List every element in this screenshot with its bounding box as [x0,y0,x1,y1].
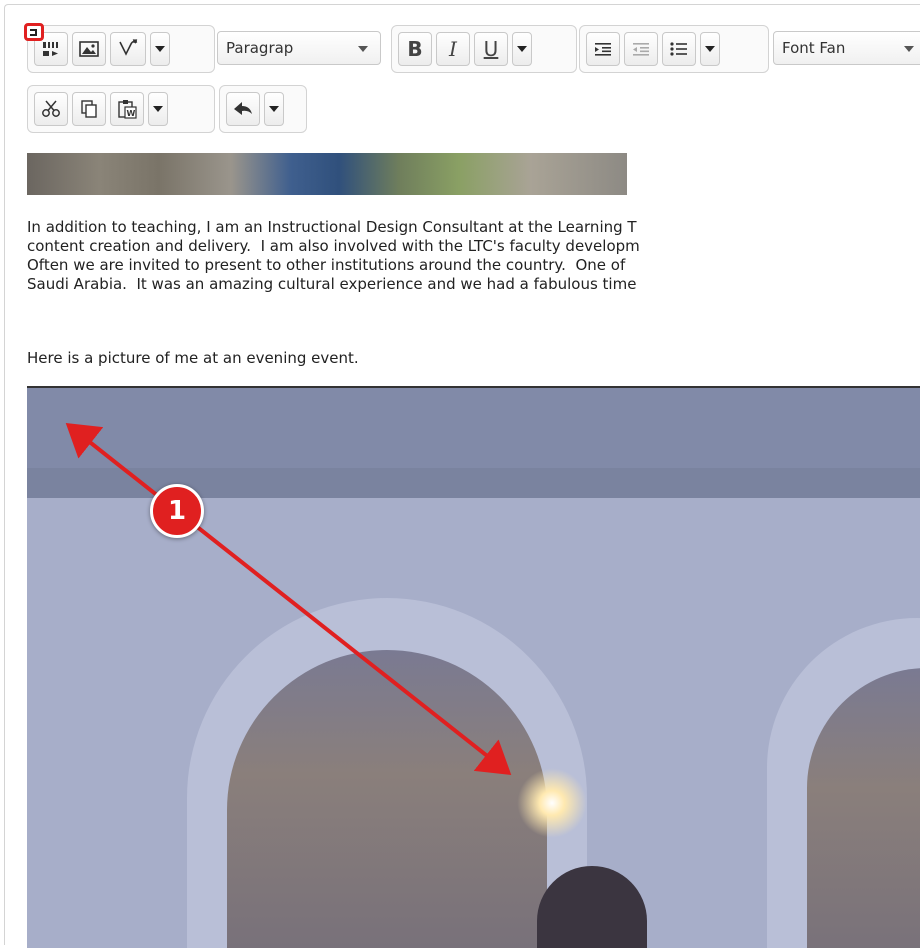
bio-paragraph-line-4: Saudi Arabia. It was an amazing cultural… [27,275,637,293]
chevron-down-icon [705,46,715,52]
clipboard-group: W [27,85,215,133]
anchor-bracket-icon [30,29,37,36]
image-icon [79,41,99,57]
paste-word-icon: W [118,100,137,119]
font-family-value: Font Fan [782,39,846,57]
undo-dropdown[interactable] [264,92,284,126]
html-editor: Paragrap B I U Font Fan W In addition to… [4,4,920,948]
italic-icon: I [449,37,457,61]
paste-word-button[interactable]: W [110,92,144,126]
equation-icon [119,39,138,56]
media-icon [43,42,58,56]
bio-paragraph-line-1: In addition to teaching, I am an Instruc… [27,218,637,236]
chevron-down-icon [517,46,527,52]
copy-icon [81,100,97,118]
photo-light-glow [517,768,587,838]
insert-group [27,25,215,73]
chevron-down-icon [269,106,279,112]
cut-icon [42,100,60,117]
photo-wall-top [27,388,920,478]
step-badge: 1 [150,484,204,538]
insert-equation-button[interactable] [110,32,146,66]
outdent-icon [633,43,649,56]
svg-text:W: W [127,109,136,118]
equation-dropdown[interactable] [150,32,170,66]
undo-group [219,85,307,133]
indent-button[interactable] [586,32,620,66]
paragraph-group [579,25,769,73]
block-format-value: Paragrap [226,39,294,57]
indent-icon [595,43,611,56]
evening-event-photo[interactable] [27,388,920,948]
paste-dropdown[interactable] [148,92,168,126]
insert-image-button[interactable] [72,32,106,66]
previous-photo [27,153,627,195]
bold-button[interactable]: B [398,32,432,66]
text-style-group: B I U [391,25,577,73]
font-family-select[interactable]: Font Fan [773,31,920,65]
chevron-down-icon [155,46,165,52]
chevron-down-icon [904,46,914,52]
chevron-down-icon [358,46,368,52]
photo-caption: Here is a picture of me at an evening ev… [27,349,359,367]
text-style-dropdown[interactable] [512,32,532,66]
italic-button[interactable]: I [436,32,470,66]
editor-toolbar: Paragrap B I U Font Fan W [5,5,920,150]
bio-paragraph-line-2: content creation and delivery. I am also… [27,237,640,255]
cut-button[interactable] [34,92,68,126]
bio-paragraph-line-3: Often we are invited to present to other… [27,256,626,274]
copy-button[interactable] [72,92,106,126]
format-select-group: Paragrap [217,25,383,73]
underline-button[interactable]: U [474,32,508,66]
editor-content[interactable]: In addition to teaching, I am an Instruc… [5,150,920,950]
undo-button[interactable] [226,92,260,126]
undo-icon [234,102,252,115]
underline-icon: U [483,37,499,61]
image-anchor-handle[interactable] [24,23,44,41]
chevron-down-icon [153,106,163,112]
outdent-button[interactable] [624,32,658,66]
bullet-list-button[interactable] [662,32,696,66]
list-dropdown[interactable] [700,32,720,66]
block-format-select[interactable]: Paragrap [217,31,381,65]
bullet-list-icon [670,42,687,56]
bold-icon: B [407,37,423,61]
